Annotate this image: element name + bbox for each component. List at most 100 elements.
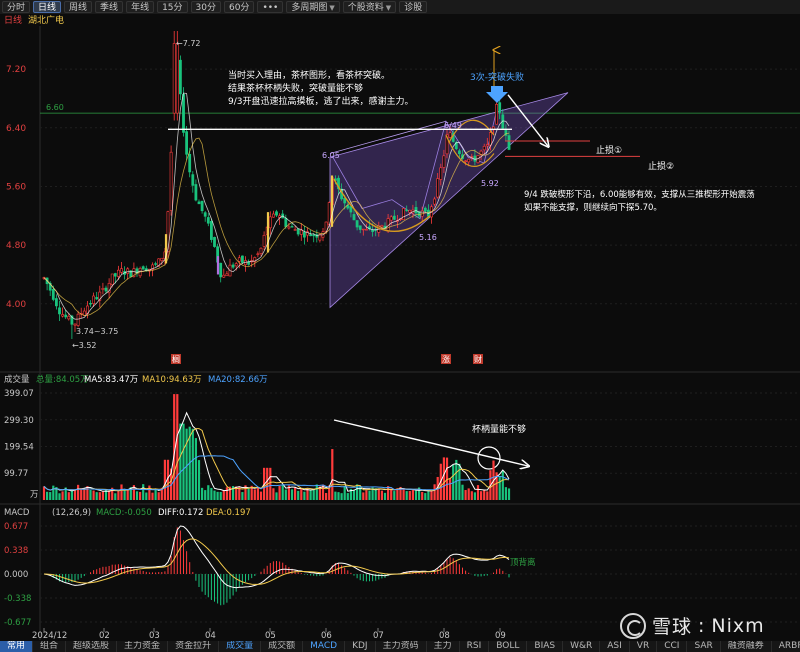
indicator-tab-3[interactable]: 主力资金 — [117, 641, 169, 652]
candle-body — [389, 216, 393, 221]
volume-bar — [216, 491, 219, 500]
indicator-tab-17[interactable]: CCI — [657, 641, 688, 652]
volume-bar — [442, 457, 445, 500]
wedge-point-592: 5.92 — [481, 179, 499, 188]
macd-tick-label: 0.000 — [4, 570, 28, 580]
volume-bar — [421, 491, 424, 500]
candle-body — [203, 212, 207, 217]
candle-body — [293, 229, 297, 231]
volume-bar — [256, 487, 259, 500]
more-periods-button[interactable]: ••• — [257, 1, 284, 13]
volume-bar — [297, 490, 300, 500]
stock-chart: 7.20 6.40 5.60 4.80 4.00 6.60 399.07 299.30 199.… — [0, 14, 800, 641]
price-tick-label: 4.80 — [6, 241, 26, 251]
candlestick — [54, 294, 58, 310]
time-axis-label: 03 — [149, 631, 160, 641]
candlestick — [169, 145, 173, 216]
wedge-point-649: 6/49 — [444, 121, 462, 130]
volume-bar — [473, 492, 476, 500]
analysis-note-line: 如果不能支撑，则继续向下探5.70。 — [524, 202, 662, 213]
indicator-tab-18[interactable]: SAR — [687, 641, 721, 652]
candlestick — [213, 236, 216, 248]
candlestick — [231, 262, 235, 269]
period-button-1[interactable]: 日线 — [33, 1, 62, 13]
volume-bar — [290, 489, 294, 500]
indicator-tab-2[interactable]: 超级选股 — [66, 641, 118, 652]
price-tick-label: 7.20 — [6, 65, 26, 75]
volume-bar — [402, 488, 405, 500]
volume-bar — [89, 490, 92, 500]
indicator-tab-5[interactable]: 成交量 — [219, 641, 262, 652]
volume-bar — [315, 484, 318, 500]
period-button-0[interactable]: 分时 — [2, 1, 31, 13]
indicator-tab-8[interactable]: KDJ — [345, 641, 376, 652]
indicator-tab-19[interactable]: 融资融券 — [721, 641, 772, 652]
indicator-tab-bar: 常用 组合 超级选股 主力资金 资金拉升 成交量 成交额 MACD KDJ 主力资码 主力 RSI BO… — [0, 641, 800, 652]
event-marker: 涨 — [441, 354, 451, 364]
volume-bar — [120, 484, 123, 500]
volume-bar — [101, 491, 104, 500]
indicator-tab-13[interactable]: BIAS — [527, 641, 564, 652]
indicator-tab-12[interactable]: BOLL — [489, 641, 528, 652]
xueqiu-watermark: 雪球 : Nixm — [620, 612, 765, 639]
candle-body — [188, 153, 192, 173]
indicator-tab-20[interactable]: ARBR — [772, 641, 800, 652]
indicator-tab-6[interactable]: 成交额 — [261, 641, 304, 652]
indicator-tab-7[interactable]: MACD — [303, 641, 346, 652]
candle-body — [259, 247, 263, 254]
volume-bar — [387, 486, 390, 500]
volume-bar — [73, 489, 77, 500]
indicator-tab-16[interactable]: VR — [630, 641, 658, 652]
volume-bar — [126, 489, 129, 500]
volume-bar — [201, 487, 204, 500]
indicator-tab-15[interactable]: ASI — [600, 641, 630, 652]
candlestick — [268, 211, 272, 235]
volume-tick-label: 199.54 — [4, 442, 34, 452]
event-marker-text: 财 — [474, 354, 482, 364]
candle-body — [296, 228, 300, 235]
volume-bar — [139, 491, 142, 500]
volume-bar — [405, 491, 408, 500]
period-button-7[interactable]: 60分 — [223, 1, 255, 13]
volume-bar — [455, 459, 458, 500]
period-button-5[interactable]: 15分 — [157, 1, 188, 13]
indicator-tab-4[interactable]: 资金拉升 — [168, 641, 220, 652]
volume-bar — [176, 394, 179, 500]
candle-body — [141, 266, 145, 270]
indicator-tab-9[interactable]: 主力资码 — [376, 641, 427, 652]
period-button-2[interactable]: 周线 — [64, 1, 93, 13]
highlight-candle — [266, 212, 270, 253]
volume-bar — [182, 423, 185, 500]
candle-body — [206, 217, 210, 224]
period-button-6[interactable]: 30分 — [190, 1, 221, 13]
candle-body — [101, 288, 105, 290]
candle-body — [275, 211, 278, 216]
period-button-4[interactable]: 年线 — [126, 1, 155, 13]
indicator-tab-10[interactable]: 主力 — [427, 641, 460, 652]
breakout-fail-label: 3次-突破失败 — [470, 71, 524, 83]
wedge-point-516: 5.16 — [419, 233, 437, 242]
candle-body — [179, 59, 182, 95]
stock-data-dropdown[interactable]: 个股资料 ▼ — [342, 1, 397, 13]
volume-bar — [346, 493, 349, 500]
volume-bar — [507, 488, 511, 500]
candle-body — [110, 273, 114, 285]
multi-period-dropdown-label: 多周期图 — [291, 3, 328, 13]
indicator-tab-0[interactable]: 常用 — [0, 641, 34, 652]
analysis-note-line: 9/4 跌破楔形下沿，6.00能够有效，支撑从三推楔形开始震荡 — [524, 189, 755, 200]
volume-bar — [461, 484, 464, 500]
indicator-tab-11[interactable]: RSI — [460, 641, 490, 652]
candle-body — [358, 225, 362, 230]
volume-bar — [278, 485, 281, 500]
diagnosis-button[interactable]: 诊股 — [399, 1, 428, 13]
stock-name-label: 湖北广电 — [28, 14, 64, 26]
multi-period-dropdown[interactable]: 多周期图 ▼ — [286, 1, 340, 13]
indicator-tab-14[interactable]: W&R — [563, 641, 601, 652]
volume-bar — [269, 467, 272, 500]
volume-bar — [501, 471, 504, 500]
indicator-tab-1[interactable]: 组合 — [33, 641, 67, 652]
candle-body — [241, 255, 244, 263]
candle-body — [402, 208, 406, 220]
period-button-3[interactable]: 季线 — [95, 1, 124, 13]
volume-bar — [464, 490, 467, 500]
